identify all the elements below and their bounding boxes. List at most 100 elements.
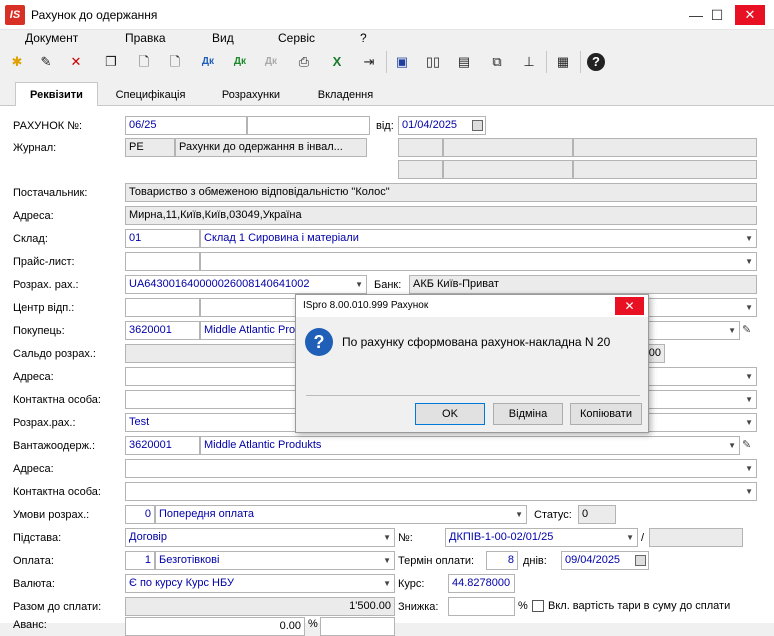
tab-attachments[interactable]: Вкладення xyxy=(303,84,388,106)
dk-green-icon[interactable]: Дк xyxy=(228,50,252,74)
tare-label: Вкл. вартість тари в суму до сплати xyxy=(548,600,731,612)
edit-pencil-icon[interactable]: ✎ xyxy=(742,323,751,336)
consignee-name-field[interactable]: Middle Atlantic Produkts ▼ xyxy=(200,436,740,455)
save-icon[interactable]: ▣ xyxy=(390,50,414,74)
tab-requisites[interactable]: Реквізити xyxy=(15,82,98,107)
contract-no-field[interactable]: ДКПІВ-1-00-02/01/25 ▼ xyxy=(445,528,638,547)
pricelist-label: Прайс-лист: xyxy=(13,256,75,268)
edit-pencil-icon[interactable]: ✎ xyxy=(742,438,751,451)
menu-view[interactable]: Вид xyxy=(212,30,234,46)
calendar-icon[interactable] xyxy=(635,555,646,566)
buyer-code-field[interactable]: 3620001 xyxy=(125,321,200,340)
payment-code-field[interactable]: 1 xyxy=(125,551,155,570)
advance-field[interactable]: 0.00 xyxy=(125,617,305,636)
terms-code-field[interactable]: 0 xyxy=(125,505,155,524)
journal-name-field[interactable]: Рахунки до одержання в інвал... xyxy=(175,138,367,157)
chevron-down-icon[interactable]: ▼ xyxy=(515,506,523,523)
chevron-down-icon[interactable]: ▼ xyxy=(745,299,753,316)
close-button[interactable]: ✕ xyxy=(735,5,765,25)
pricelist-code-field[interactable] xyxy=(125,252,200,271)
resp-center-code-field[interactable] xyxy=(125,298,200,317)
book-icon[interactable]: ▯▯ xyxy=(421,50,445,74)
discount-field[interactable] xyxy=(448,597,515,616)
chevron-down-icon[interactable]: ▼ xyxy=(728,322,736,339)
menu-service[interactable]: Сервіс xyxy=(278,30,315,46)
menu-help[interactable]: ? xyxy=(360,30,367,46)
balance-value: 00 xyxy=(648,347,661,359)
payment-name-field[interactable]: Безготівкові ▼ xyxy=(155,551,395,570)
edit-icon[interactable]: ✎ xyxy=(34,50,58,74)
address-field[interactable]: Мирна,11,Київ,Київ,03049,Україна xyxy=(125,206,757,225)
contract-date-field[interactable] xyxy=(649,528,743,547)
status-field[interactable]: 0 xyxy=(578,505,616,524)
terms-name-field[interactable]: Попередня оплата ▼ xyxy=(155,505,527,524)
help-icon[interactable]: ? xyxy=(584,50,608,74)
dk-icon[interactable]: Дк xyxy=(196,50,220,74)
minimize-button[interactable]: — xyxy=(685,0,707,30)
doc-add-icon[interactable]: 🗋 xyxy=(163,50,187,74)
ok-button[interactable]: OK xyxy=(415,403,485,425)
grid-icon[interactable]: ▦ xyxy=(551,50,575,74)
maximize-button[interactable]: ☐ xyxy=(706,0,728,30)
consignee-address-field[interactable]: ▼ xyxy=(125,459,757,478)
excel-icon[interactable]: X xyxy=(325,50,349,74)
consignee-contact-field[interactable]: ▼ xyxy=(125,482,757,501)
chevron-down-icon[interactable]: ▼ xyxy=(728,437,736,454)
menu-document[interactable]: Документ xyxy=(25,30,78,46)
chevron-down-icon[interactable]: ▼ xyxy=(745,460,753,477)
chevron-down-icon[interactable]: ▼ xyxy=(745,253,753,270)
total-field[interactable]: 1'500.00 xyxy=(125,597,395,616)
bank-label: Банк: xyxy=(374,279,402,291)
print-icon[interactable]: ⎙ xyxy=(292,50,316,74)
tab-specification[interactable]: Специфікація xyxy=(103,84,198,106)
pricelist-name-field[interactable]: ▼ xyxy=(200,252,757,271)
tree-icon[interactable]: ⊥ xyxy=(517,50,541,74)
warehouse-code-field[interactable]: 01 xyxy=(125,229,200,248)
account-field[interactable]: UA643001640000026008140641002 ▼ xyxy=(125,275,367,294)
chevron-down-icon[interactable]: ▼ xyxy=(745,483,753,500)
new-icon[interactable]: ✱ xyxy=(5,50,29,74)
tab-payments[interactable]: Розрахунки xyxy=(206,84,296,106)
currency-field[interactable]: Є по курсу Курс НБУ ▼ xyxy=(125,574,395,593)
warehouse-name-field[interactable]: Склад 1 Сировина і матеріали ▼ xyxy=(200,229,757,248)
menu-bar: Документ Правка Вид Сервіс ? xyxy=(0,30,774,46)
consignee-contact-label: Контактна особа: xyxy=(13,486,101,498)
chevron-down-icon[interactable]: ▼ xyxy=(626,529,634,546)
chevron-down-icon[interactable]: ▼ xyxy=(745,368,753,385)
dialog-title: ISpro 8.00.010.999 Рахунок xyxy=(296,295,648,317)
from-date-field[interactable]: 01/04/2025 xyxy=(398,116,486,135)
chevron-down-icon[interactable]: ▼ xyxy=(745,414,753,431)
doc-new-icon[interactable]: 🗋 xyxy=(132,50,156,74)
advance-percent-field[interactable] xyxy=(320,617,395,636)
contract-no-value: ДКПІВ-1-00-02/01/25 xyxy=(449,531,554,543)
chevron-down-icon[interactable]: ▼ xyxy=(745,230,753,247)
bank-field[interactable]: АКБ Київ-Приват xyxy=(409,275,757,294)
tare-checkbox[interactable] xyxy=(532,600,544,612)
dialog-close-button[interactable]: ✕ xyxy=(615,297,644,315)
chevron-down-icon[interactable]: ▼ xyxy=(383,552,391,569)
journal-code-field[interactable]: РЕ xyxy=(125,138,175,157)
basis-field[interactable]: Договір ▼ xyxy=(125,528,395,547)
chevron-down-icon[interactable]: ▼ xyxy=(383,529,391,546)
copy-icon[interactable]: ❐ xyxy=(99,50,123,74)
consignee-label: Вантажоодерж.: xyxy=(13,440,96,452)
consignee-code-field[interactable]: 3620001 xyxy=(125,436,200,455)
calendar-icon[interactable] xyxy=(472,120,483,131)
chevron-down-icon[interactable]: ▼ xyxy=(745,391,753,408)
delete-icon[interactable]: ✕ xyxy=(64,50,88,74)
pay-term-days-field[interactable]: 8 xyxy=(486,551,518,570)
menu-edit[interactable]: Правка xyxy=(125,30,166,46)
rate-field[interactable]: 44.8278000 xyxy=(448,574,515,593)
cancel-button[interactable]: Відміна xyxy=(493,403,563,425)
currency-label: Валюта: xyxy=(13,578,55,590)
invoice-suffix-field[interactable] xyxy=(247,116,370,135)
link-icon[interactable]: ⧉ xyxy=(485,50,509,74)
folder-icon[interactable]: ▤ xyxy=(452,50,476,74)
chevron-down-icon[interactable]: ▼ xyxy=(383,575,391,592)
supplier-field[interactable]: Товариство з обмеженою відповідальністю … xyxy=(125,183,757,202)
invoice-no-field[interactable]: 06/25 xyxy=(125,116,247,135)
chevron-down-icon[interactable]: ▼ xyxy=(355,276,363,293)
exit-icon[interactable]: ⇥ xyxy=(357,50,381,74)
pay-date-field[interactable]: 09/04/2025 xyxy=(561,551,649,570)
copy-button[interactable]: Копіювати xyxy=(570,403,642,425)
